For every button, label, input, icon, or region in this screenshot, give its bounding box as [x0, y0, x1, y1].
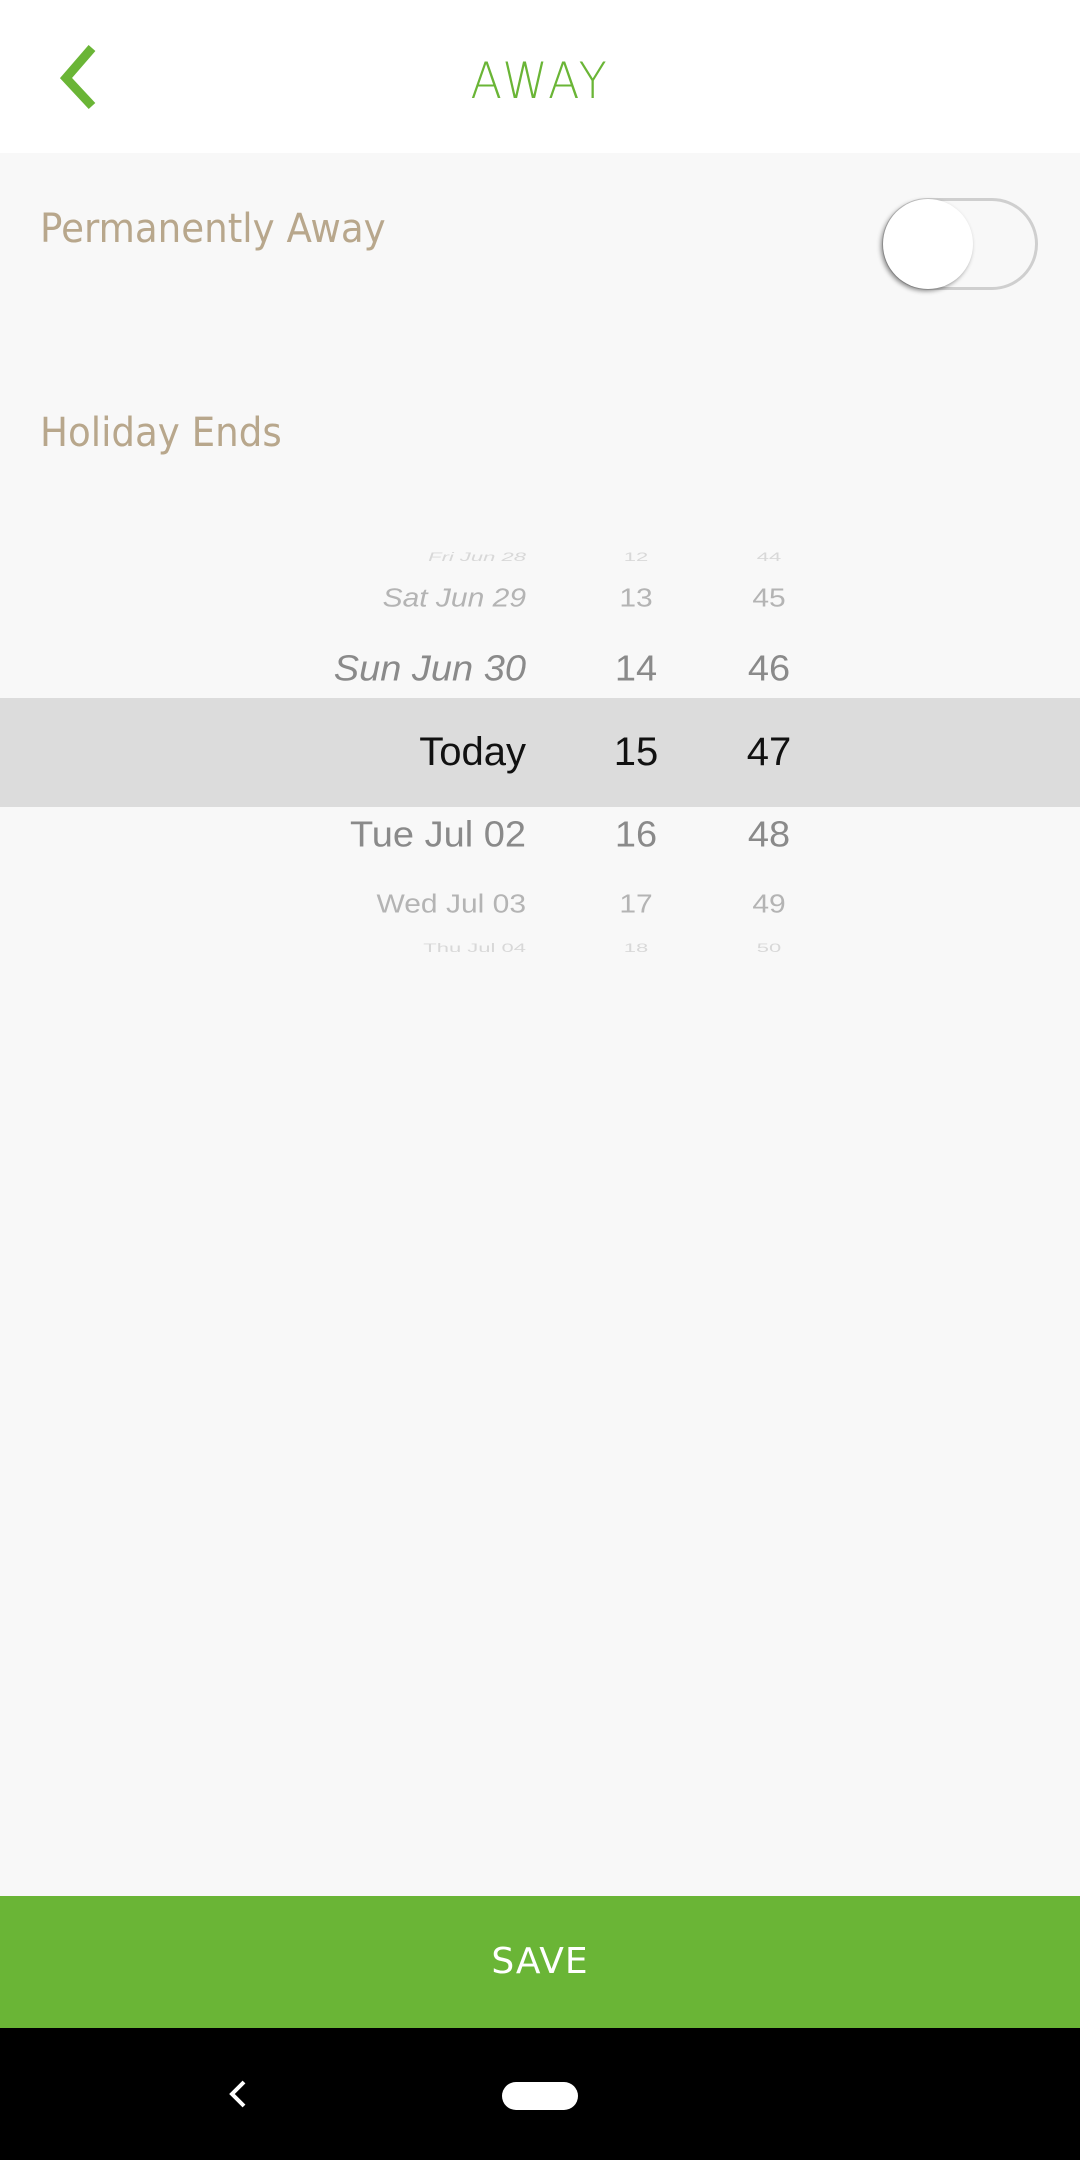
picker-minute: 47	[746, 730, 792, 774]
picker-hour: 18	[623, 940, 649, 955]
picker-row[interactable]: Sat Jun 29 13 45	[0, 574, 1080, 625]
picker-hour: 16	[614, 815, 658, 855]
picker-date: Sat Jun 29	[382, 584, 526, 613]
home-pill-icon[interactable]	[502, 2082, 578, 2110]
permanently-away-toggle[interactable]	[882, 198, 1038, 290]
picker-row[interactable]: Fri Jun 28 12 44	[0, 541, 1080, 574]
picker-hour: 12	[623, 549, 649, 564]
picker-minute: 48	[747, 815, 791, 855]
system-nav-bar	[0, 2028, 1080, 2160]
nav-back-button[interactable]	[222, 2074, 252, 2114]
page-title: AWAY	[470, 52, 610, 110]
picker-date: Tue Jul 02	[349, 815, 526, 855]
picker-row[interactable]: Tue Jul 02 16 48	[0, 807, 1080, 864]
picker-hour: 13	[619, 584, 653, 613]
picker-hour: 15	[613, 730, 659, 774]
picker-row-selected[interactable]: Today 15 47	[0, 722, 1080, 782]
app-header: AWAY	[0, 0, 1080, 153]
picker-date: Sun Jun 30	[333, 649, 526, 689]
picker-hour: 14	[614, 649, 658, 689]
toggle-knob	[883, 199, 973, 289]
picker-minute: 50	[756, 940, 782, 955]
picker-hour: 17	[619, 890, 653, 919]
picker-row[interactable]: Sun Jun 30 14 46	[0, 641, 1080, 698]
permanently-away-label: Permanently Away	[40, 206, 386, 252]
picker-date: Today	[419, 730, 526, 774]
picker-minute: 44	[756, 549, 782, 564]
save-button[interactable]: SAVE	[0, 1896, 1080, 2028]
picker-minute: 45	[752, 584, 786, 613]
picker-row[interactable]: Thu Jul 04 18 50	[0, 932, 1080, 965]
picker-minute: 49	[752, 890, 786, 919]
picker-minute: 46	[747, 649, 791, 689]
picker-date: Thu Jul 04	[423, 940, 526, 955]
picker-date: Fri Jun 28	[428, 549, 526, 564]
picker-date: Wed Jul 03	[376, 890, 526, 919]
picker-row[interactable]: Wed Jul 03 17 49	[0, 880, 1080, 931]
nav-back-icon	[229, 2080, 246, 2108]
holiday-ends-label: Holiday Ends	[40, 410, 282, 456]
